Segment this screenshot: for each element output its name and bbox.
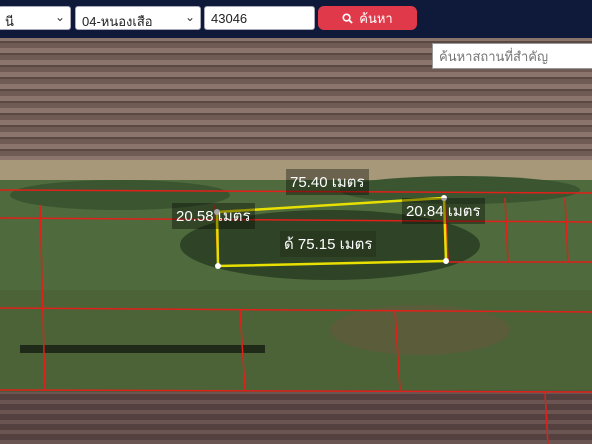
landmark-search-input[interactable]: [432, 43, 592, 69]
measurement-top: 75.40 เมตร: [286, 169, 369, 195]
search-button-label: ค้นหา: [359, 10, 393, 26]
district-select[interactable]: 04-หนองเสือ ⌄: [75, 6, 201, 30]
measurement-bottom: ด้ 75.15 เมตร: [280, 231, 377, 257]
chevron-down-icon: ⌄: [184, 10, 195, 24]
chevron-down-icon: ⌄: [54, 10, 65, 24]
search-icon: [342, 12, 353, 24]
measurement-right: 20.84 เมตร: [402, 198, 485, 224]
province-value: นี: [5, 14, 14, 29]
district-value: 04-หนองเสือ: [82, 14, 153, 29]
parcel-vertex[interactable]: [443, 258, 449, 264]
parcel-vertex[interactable]: [215, 263, 221, 269]
parcel-number-input[interactable]: 43046: [204, 6, 315, 30]
search-button[interactable]: ค้นหา: [318, 6, 417, 30]
plowed-field-south: [0, 392, 592, 444]
parcel-number-value: 43046: [211, 11, 248, 26]
measurement-left: 20.58 เมตร: [172, 203, 255, 229]
province-select[interactable]: นี ⌄: [0, 6, 71, 30]
search-toolbar: นี ⌄ 04-หนองเสือ ⌄ 43046 ค้นหา: [0, 0, 592, 38]
